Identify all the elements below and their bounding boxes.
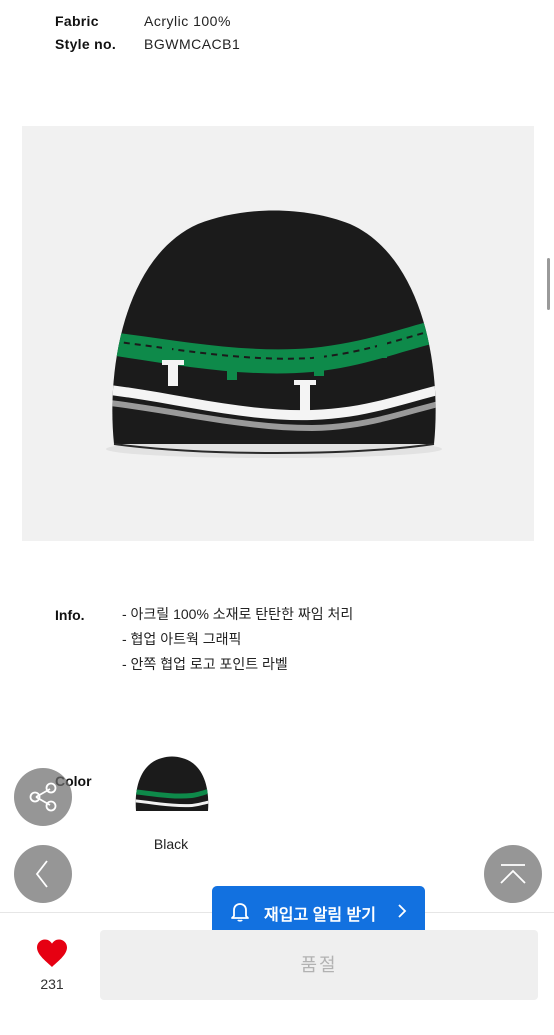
info-item: - 협업 아트웍 그래픽 bbox=[122, 631, 242, 647]
chevron-right-icon bbox=[398, 904, 407, 918]
info-label: Info. bbox=[55, 607, 85, 623]
chevron-left-icon bbox=[35, 860, 48, 888]
fabric-label: Fabric bbox=[55, 13, 99, 29]
scroll-top-icon bbox=[500, 864, 526, 884]
info-list: - 아크릴 100% 소재로 탄탄한 짜임 처리 - 협업 아트웍 그래픽 - … bbox=[122, 605, 353, 680]
style-label: Style no. bbox=[55, 36, 117, 52]
style-value: BGWMCACB1 bbox=[144, 36, 241, 52]
like-button[interactable] bbox=[35, 938, 69, 973]
heart-icon bbox=[37, 939, 67, 967]
share-icon bbox=[29, 782, 57, 812]
info-item: - 안쪽 협업 로고 포인트 라벨 bbox=[122, 656, 288, 672]
back-button[interactable] bbox=[14, 845, 72, 903]
bell-icon bbox=[231, 903, 249, 922]
color-swatch-label: Black bbox=[153, 836, 189, 852]
sold-out-button[interactable]: 품절 bbox=[100, 930, 538, 1000]
restock-label: 재입고 알림 받기 bbox=[264, 907, 376, 924]
restock-notify-button[interactable]: 재입고 알림 받기 bbox=[212, 886, 425, 936]
fabric-value: Acrylic 100% bbox=[144, 13, 231, 29]
share-button[interactable] bbox=[14, 768, 72, 826]
info-item: - 아크릴 100% 소재로 탄탄한 짜임 처리 bbox=[122, 606, 354, 622]
scrollbar-thumb[interactable] bbox=[547, 258, 550, 310]
beanie-thumbnail bbox=[135, 756, 209, 811]
color-swatch-black[interactable] bbox=[132, 753, 210, 819]
product-image bbox=[22, 126, 534, 541]
scroll-to-top-button[interactable] bbox=[484, 845, 542, 903]
like-count: 231 bbox=[40, 976, 64, 992]
beanie-illustration bbox=[106, 210, 442, 458]
